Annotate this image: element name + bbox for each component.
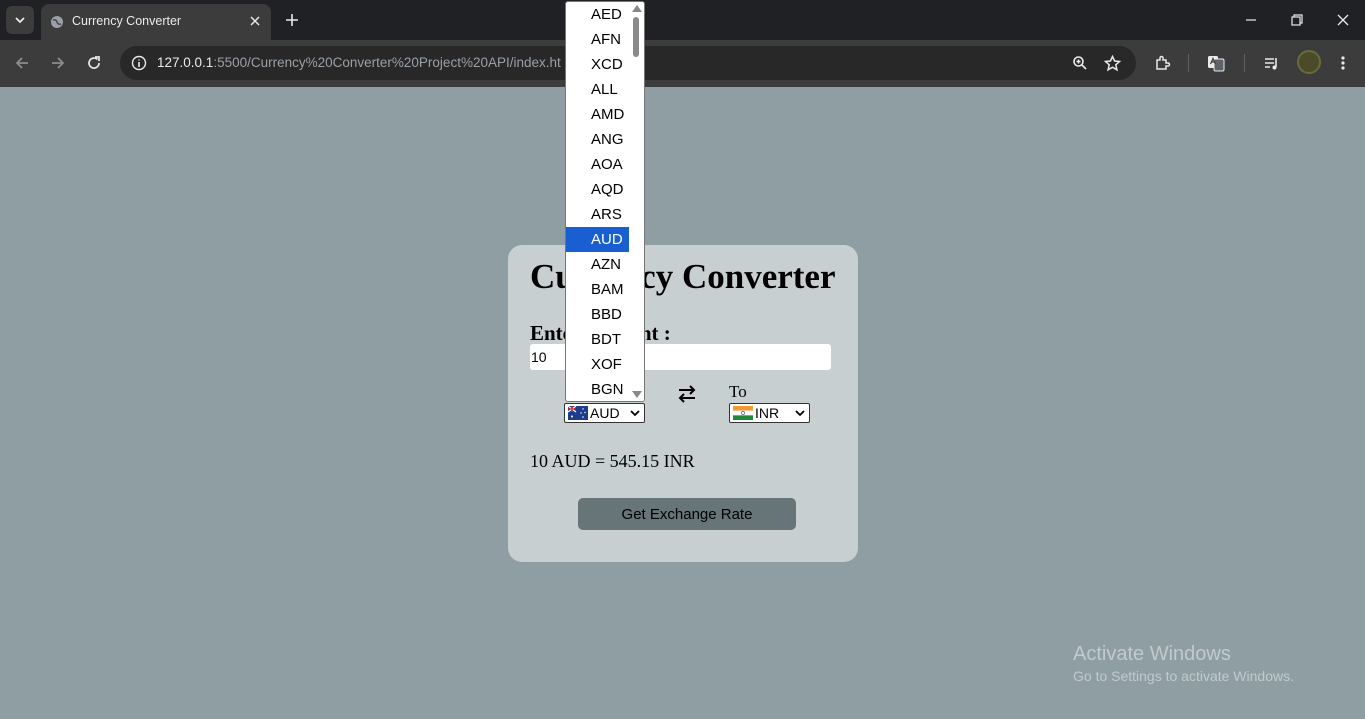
zoom-icon[interactable]	[1069, 52, 1091, 74]
url-text: 127.0.0.1:5500/Currency%20Converter%20Pr…	[157, 55, 561, 70]
get-exchange-rate-button[interactable]: Get Exchange Rate	[578, 498, 796, 530]
converter-card: Currency Converter Enter Amount : To AUD…	[508, 245, 858, 562]
dropdown-scrollbar[interactable]	[629, 2, 644, 401]
profile-avatar[interactable]	[1297, 50, 1321, 74]
translate-icon[interactable]	[1205, 52, 1227, 74]
to-currency-select[interactable]: INR	[729, 403, 810, 423]
star-icon[interactable]	[1101, 52, 1123, 74]
dropdown-option[interactable]: AFN	[566, 27, 630, 52]
dropdown-option[interactable]: BGN	[566, 377, 630, 401]
close-window-icon[interactable]	[1333, 10, 1353, 30]
forward-icon[interactable]	[47, 52, 69, 74]
reload-icon[interactable]	[83, 52, 105, 74]
extensions-icon[interactable]	[1151, 52, 1173, 74]
scrollbar-thumb[interactable]	[633, 17, 639, 57]
dropdown-option[interactable]: ANG	[566, 127, 630, 152]
dropdown-option[interactable]: AMD	[566, 102, 630, 127]
activate-windows-watermark: Activate Windows Go to Settings to activ…	[1073, 643, 1294, 684]
watermark-title: Activate Windows	[1073, 643, 1231, 665]
globe-icon	[51, 16, 63, 28]
plus-icon[interactable]	[282, 10, 302, 30]
to-currency-value: INR	[755, 405, 780, 421]
minimize-icon[interactable]	[1241, 10, 1261, 30]
dropdown-option[interactable]: AOA	[566, 152, 630, 177]
scroll-up-arrow-icon[interactable]	[632, 5, 642, 12]
toolbar-divider	[1188, 54, 1189, 72]
chevron-down-icon	[630, 410, 640, 417]
toolbar-divider	[1244, 54, 1245, 72]
scroll-down-arrow-icon[interactable]	[632, 391, 642, 398]
dropdown-options: AED AFN XCD ALL AMD ANG AOA AQD ARS AUD AZN BAM BBD B…	[566, 2, 630, 401]
to-label: To	[729, 382, 747, 401]
media-icon[interactable]	[1260, 52, 1282, 74]
exchange-result: 10 AUD = 545.15 INR	[530, 451, 695, 471]
browser-toolbar: 127.0.0.1:5500/Currency%20Converter%20Pr…	[0, 40, 1365, 87]
tab-search-icon[interactable]	[6, 6, 34, 34]
swap-icon[interactable]	[676, 383, 698, 405]
site-info-icon[interactable]	[128, 52, 150, 74]
tab-title: Currency Converter	[72, 14, 182, 28]
india-flag-icon	[733, 406, 753, 420]
tab-bar: Currency Converter	[0, 0, 1365, 40]
back-icon[interactable]	[11, 52, 33, 74]
dropdown-option[interactable]: BDT	[566, 327, 630, 352]
browser-tab[interactable]: Currency Converter	[41, 4, 271, 40]
australia-flag-icon	[568, 406, 588, 420]
dropdown-option[interactable]: ARS	[566, 202, 630, 227]
dropdown-option[interactable]: AED	[566, 2, 630, 27]
chevron-down-icon	[795, 410, 805, 417]
dropdown-option[interactable]: AUD	[566, 227, 630, 252]
dropdown-option[interactable]: BBD	[566, 302, 630, 327]
dropdown-option[interactable]: AZN	[566, 252, 630, 277]
currency-dropdown-list[interactable]: AED AFN XCD ALL AMD ANG AOA AQD ARS AUD AZN BAM BBD B…	[565, 1, 645, 402]
from-currency-select[interactable]: AUD	[564, 403, 645, 423]
from-currency-value: AUD	[590, 405, 620, 421]
dropdown-option[interactable]: XOF	[566, 352, 630, 377]
watermark-subtitle: Go to Settings to activate Windows.	[1073, 668, 1294, 684]
close-icon[interactable]	[247, 13, 263, 29]
dropdown-option[interactable]: AQD	[566, 177, 630, 202]
dropdown-option[interactable]: XCD	[566, 52, 630, 77]
menu-icon[interactable]	[1332, 52, 1354, 74]
maximize-icon[interactable]	[1287, 10, 1307, 30]
dropdown-option[interactable]: BAM	[566, 277, 630, 302]
dropdown-option[interactable]: ALL	[566, 77, 630, 102]
